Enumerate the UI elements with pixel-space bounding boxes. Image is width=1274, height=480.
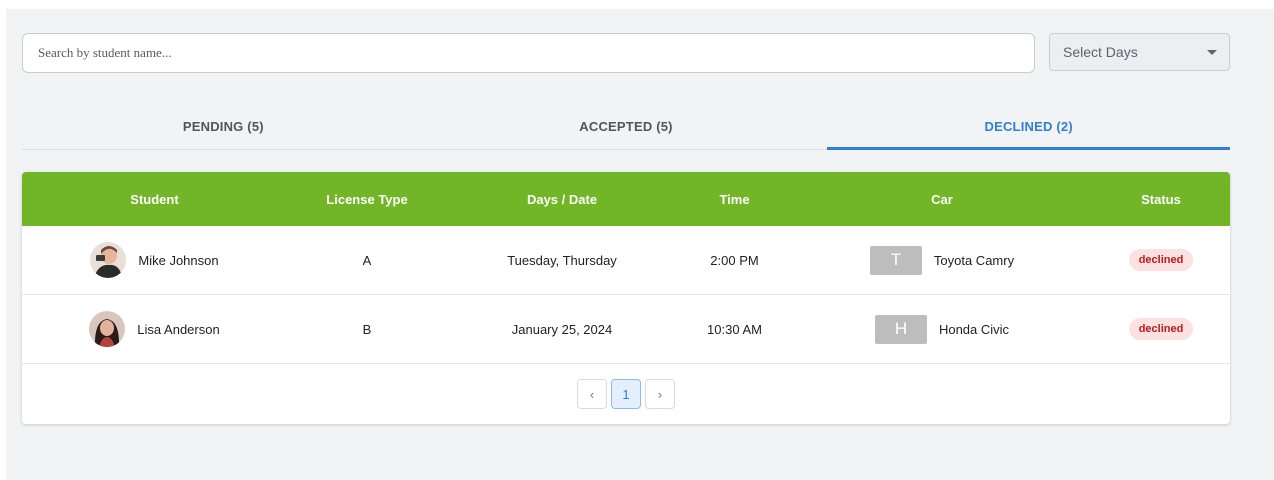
avatar: [90, 242, 127, 278]
student-cell: Lisa Anderson: [22, 311, 287, 347]
status-cell: declined: [1092, 249, 1230, 271]
tab-declined[interactable]: DECLINED (2): [827, 105, 1230, 150]
column-header-time[interactable]: Time: [677, 192, 792, 207]
column-header-days-date[interactable]: Days / Date: [447, 192, 677, 207]
time: 2:00 PM: [710, 252, 759, 268]
pagination: ‹ 1 ›: [22, 364, 1230, 424]
car-initial-badge: H: [874, 314, 927, 344]
student-name: Mike Johnson: [138, 252, 219, 268]
car-cell: H Honda Civic: [792, 314, 1092, 344]
column-header-car[interactable]: Car: [792, 192, 1092, 207]
table-row[interactable]: Lisa Anderson B January 25, 2024 10:30 A…: [22, 295, 1230, 364]
table-row[interactable]: Mike Johnson A Tuesday, Thursday 2:00 PM…: [22, 226, 1230, 295]
car-cell: T Toyota Camry: [792, 245, 1092, 275]
select-days-dropdown[interactable]: Select Days: [1049, 33, 1230, 71]
select-days-label: Select Days: [1063, 44, 1138, 60]
column-header-student[interactable]: Student: [22, 192, 287, 207]
time: 10:30 AM: [707, 321, 762, 337]
chevron-down-icon: [1207, 49, 1217, 55]
status-badge: declined: [1128, 249, 1194, 271]
car-name: Honda Civic: [938, 321, 1010, 337]
pagination-page-1[interactable]: 1: [611, 379, 641, 409]
tab-accepted[interactable]: ACCEPTED (5): [425, 105, 828, 149]
student-name: Lisa Anderson: [137, 321, 220, 337]
pagination-next-button[interactable]: ›: [645, 379, 675, 409]
page: Select Days PENDING (5) ACCEPTED (5) DEC…: [6, 9, 1274, 480]
column-header-license-type[interactable]: License Type: [287, 192, 447, 207]
car-name: Toyota Camry: [933, 252, 1015, 268]
car-initial-badge: T: [869, 245, 922, 275]
table-header: Student License Type Days / Date Time Ca…: [22, 172, 1230, 226]
requests-table: Student License Type Days / Date Time Ca…: [22, 172, 1230, 424]
status-cell: declined: [1092, 318, 1230, 340]
license-type: B: [362, 321, 372, 337]
days-date: January 25, 2024: [511, 321, 613, 337]
search-row: Select Days: [22, 33, 1230, 73]
pagination-prev-button[interactable]: ‹: [577, 379, 607, 409]
status-badge: declined: [1128, 318, 1194, 340]
avatar: [89, 311, 126, 347]
days-date: Tuesday, Thursday: [507, 252, 617, 268]
column-header-status[interactable]: Status: [1092, 192, 1230, 207]
search-input[interactable]: [22, 33, 1035, 73]
license-type: A: [362, 252, 372, 268]
student-cell: Mike Johnson: [22, 242, 287, 278]
status-tabs: PENDING (5) ACCEPTED (5) DECLINED (2): [22, 105, 1230, 150]
tab-pending[interactable]: PENDING (5): [22, 105, 425, 149]
